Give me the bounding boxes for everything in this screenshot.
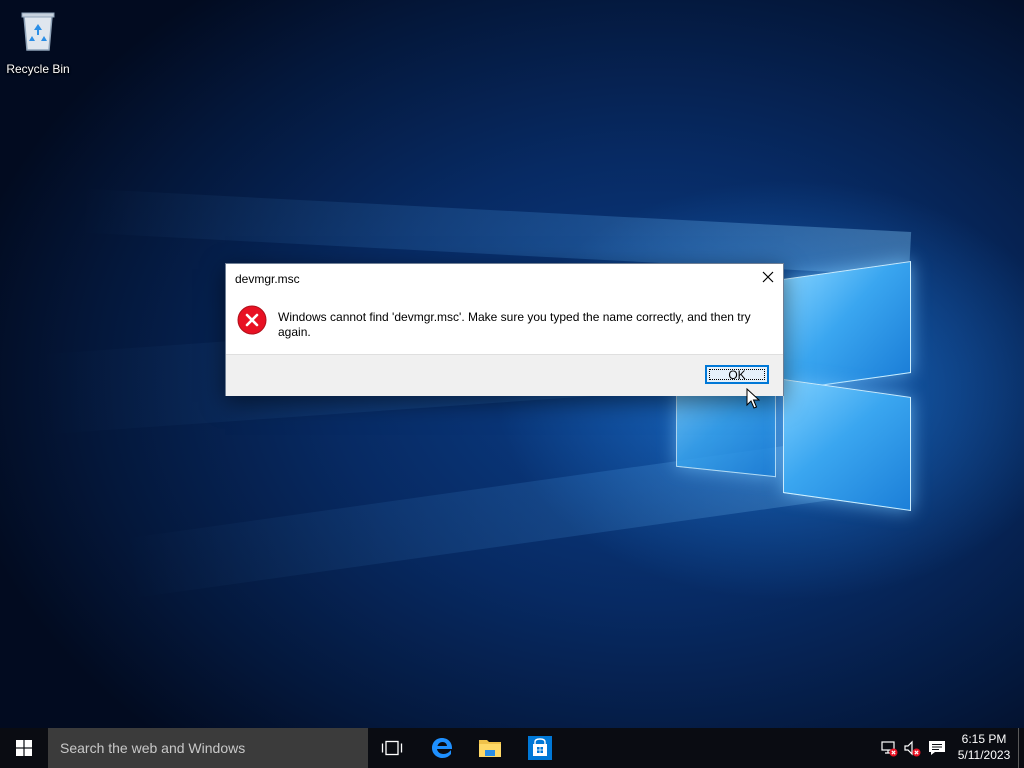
start-button[interactable] xyxy=(0,728,48,768)
close-button[interactable] xyxy=(759,268,777,286)
show-desktop-button[interactable] xyxy=(1018,728,1024,768)
error-icon xyxy=(237,305,267,335)
windows-start-icon xyxy=(16,740,32,756)
windows-logo-pane xyxy=(783,261,911,391)
clock-date: 5/11/2023 xyxy=(957,748,1011,762)
dialog-body: Windows cannot find 'devmgr.msc'. Make s… xyxy=(226,294,783,354)
clock-time: 6:15 PM xyxy=(961,732,1007,746)
error-dialog: devmgr.msc Windows cannot find 'devmgr.m… xyxy=(225,263,784,396)
dialog-message: Windows cannot find 'devmgr.msc'. Make s… xyxy=(278,310,751,339)
store-button[interactable] xyxy=(516,728,564,768)
ok-button[interactable]: OK xyxy=(705,365,769,384)
action-center-icon[interactable] xyxy=(928,739,946,757)
clock[interactable]: 6:15 PM 5/11/2023 xyxy=(950,731,1018,763)
edge-icon xyxy=(432,738,453,758)
store-icon xyxy=(528,736,552,760)
focus-rectangle xyxy=(709,369,765,380)
file-explorer-icon xyxy=(479,740,501,757)
mouse-cursor-icon xyxy=(746,388,760,409)
taskbar: Search the web and Windows 6:15 PM 5/11/… xyxy=(0,728,1024,768)
dialog-footer: OK xyxy=(226,354,783,396)
network-disconnected-icon[interactable] xyxy=(880,739,898,757)
edge-button[interactable] xyxy=(418,728,466,768)
volume-muted-icon[interactable] xyxy=(903,739,921,757)
close-icon xyxy=(762,271,774,283)
file-explorer-button[interactable] xyxy=(466,728,514,768)
recycle-bin-icon xyxy=(21,12,55,51)
task-view-icon xyxy=(381,740,403,756)
recycle-bin-label: Recycle Bin xyxy=(6,62,70,76)
search-placeholder: Search the web and Windows xyxy=(60,740,246,756)
recycle-bin-shortcut[interactable]: Recycle Bin xyxy=(2,6,74,76)
dialog-title: devmgr.msc xyxy=(235,272,300,286)
windows-logo-pane xyxy=(783,379,911,511)
search-box[interactable]: Search the web and Windows xyxy=(48,728,368,768)
task-view-button[interactable] xyxy=(368,728,416,768)
